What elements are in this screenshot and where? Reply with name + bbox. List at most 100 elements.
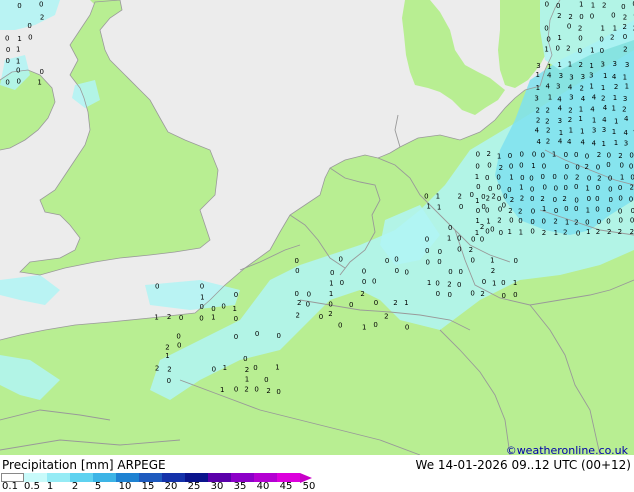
precip-value-mark: 0 [372,278,376,286]
precip-value-mark: 2 [245,366,249,374]
precip-value-mark: 1 [586,207,590,215]
precip-value-mark: 1 [220,386,224,394]
precip-value-mark: 2 [480,290,484,298]
credit-label[interactable]: ©weatheronline.co.uk [506,444,628,457]
precip-value-mark: 0 [276,332,280,340]
precip-value-mark: 0 [595,205,599,213]
precip-value-mark: 4 [567,138,572,146]
precip-value-mark: 0 [541,217,545,225]
precip-value-mark: 0 [211,305,215,313]
precip-value-mark: 0 [264,376,268,384]
precip-value-mark: 2 [165,343,169,351]
precip-value-mark: 0 [177,342,181,350]
precip-value-mark: 0 [554,185,558,193]
precip-value-mark: 2 [480,223,484,231]
precip-value-mark: 2 [469,246,473,254]
precip-value-mark: 2 [579,61,583,69]
precip-value-mark: 0 [567,23,571,31]
precip-value-mark: 0 [200,282,204,290]
precip-value-mark: 2 [546,127,550,135]
precip-value-mark: 0 [234,385,238,393]
precip-value-mark: 3 [625,61,629,69]
legend-tick-label: 2 [72,481,78,492]
precip-value-mark: 0 [530,227,534,235]
precip-value-mark: 0 [574,151,578,159]
precip-value-mark: 2 [536,106,540,114]
precip-value-mark: 0 [253,364,257,372]
precip-value-mark: 1 [568,61,572,69]
precip-value-mark: 4 [558,104,563,112]
precip-value-mark: 1 [492,280,496,288]
precip-value-mark: 0 [405,323,409,331]
precip-value-mark: 0 [574,205,578,213]
precip-value-mark: 1 [362,323,366,331]
precip-value-mark: 1 [200,293,204,301]
precip-value-mark: 2 [518,208,522,216]
precip-value-mark: 1 [535,71,539,79]
precip-value-mark: 1 [579,105,583,113]
precip-value-mark: 2 [622,105,626,113]
precip-value-mark: 0 [471,257,475,265]
precip-value-mark: 0 [519,162,523,170]
precip-value-mark: 0 [330,269,334,277]
precip-value-mark: 4 [557,95,562,103]
precip-value-mark: 0 [338,255,342,263]
precip-value-mark: 0 [545,0,549,8]
legend-tick-label: 45 [280,481,293,492]
precip-value-mark: 0 [234,333,238,341]
precip-value-mark: 0 [435,279,439,287]
precip-value-mark: 2 [563,229,567,237]
precip-value-mark: 2 [623,46,627,54]
precip-value-mark: 0 [499,229,503,237]
precip-value-mark: 0 [513,257,517,265]
legend-tick-label: 1 [47,481,53,492]
legend-tick-label: 50 [303,481,316,492]
map-canvas[interactable]: 0210000100020200020010002000010010000020… [0,0,634,455]
precip-value-mark: 0 [5,34,9,42]
precip-value-mark: 0 [630,217,634,225]
precip-value-mark: 1 [548,94,552,102]
precip-value-mark: 0 [338,321,342,329]
precip-value-mark: 2 [491,192,495,200]
precip-value-mark: 2 [542,229,546,237]
precip-value-mark: 0 [576,230,580,238]
precip-value-mark: 3 [569,74,573,82]
precip-value-mark: 1 [427,279,431,287]
precip-value-mark: 0 [167,377,171,385]
precip-value-mark: 4 [602,116,607,124]
precip-value-mark: 0 [619,217,623,225]
precip-value-mark: 0 [530,195,534,203]
precip-value-mark: 3 [534,95,538,103]
precip-value-mark: 0 [585,153,589,161]
precip-value-mark: 0 [554,207,558,215]
precip-value-mark: 4 [603,104,608,112]
precip-value-mark: 1 [620,174,624,182]
precip-value-mark: 0 [564,205,568,213]
precip-value-mark: 2 [597,174,601,182]
precip-value-mark: 2 [393,299,397,307]
precip-value-mark: 0 [437,258,441,266]
precip-value-mark: 0 [590,13,594,21]
precip-value-mark: 1 [544,46,548,54]
precip-value-mark: 3 [581,73,585,81]
precip-value-mark: 0 [578,35,582,43]
precip-value-mark: 2 [623,23,627,31]
precip-value-mark: 1 [614,118,618,126]
legend-tick-label: 0.5 [24,481,40,492]
precip-value-mark: 0 [606,161,610,169]
legend-tick-label: 40 [257,481,270,492]
precip-value-mark: 2 [623,13,627,21]
precip-value-mark: 0 [509,163,513,171]
precip-value-mark: 1 [589,62,593,70]
precip-value-mark: 0 [553,196,557,204]
precip-value-mark: 0 [40,68,44,76]
precip-value-mark: 3 [556,83,560,91]
precip-value-mark: 2 [584,163,588,171]
precip-value-mark: 1 [437,203,441,211]
precip-value-mark: 1 [329,290,333,298]
precip-value-mark: 1 [601,84,605,92]
precip-value-mark: 0 [579,13,583,21]
precip-value-mark: 0 [519,151,523,159]
precip-value-mark: 2 [568,116,572,124]
precip-value-mark: 0 [541,151,545,159]
